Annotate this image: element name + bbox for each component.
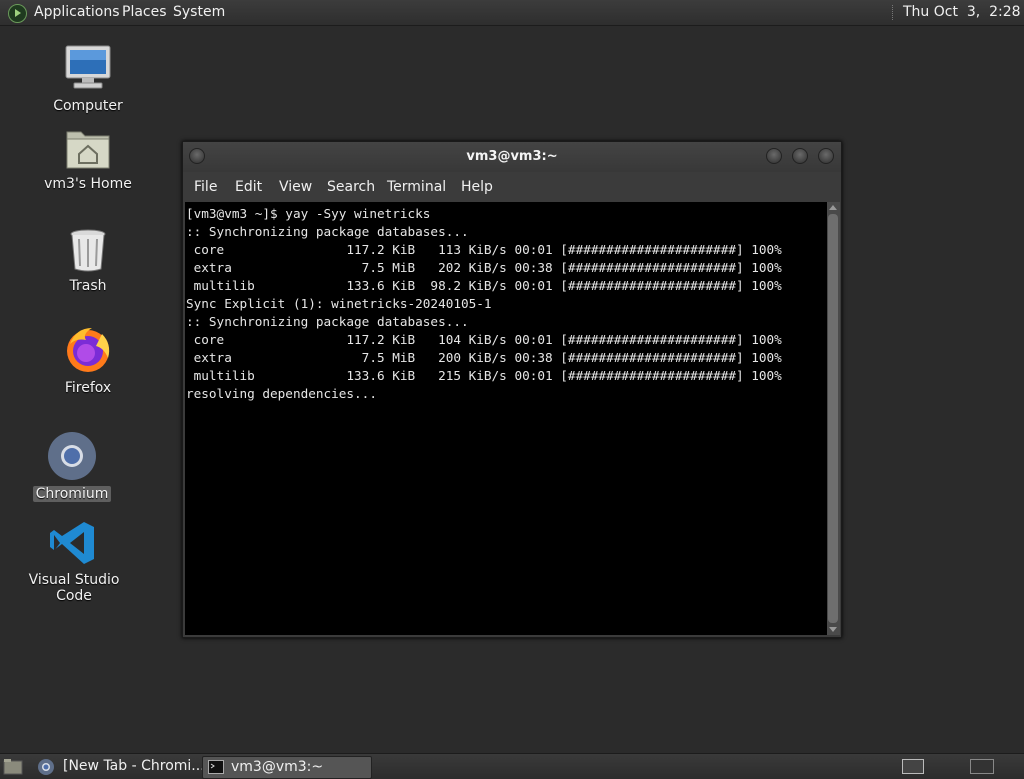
terminal-text: [vm3@vm3 ~]$ yay -Syy winetricks:: Synch… bbox=[185, 202, 827, 403]
show-desktop-icon[interactable] bbox=[3, 758, 23, 775]
clock[interactable]: Thu Oct 3, 2:28 PM bbox=[903, 0, 1024, 25]
taskbar-item-label: vm3@vm3:~ bbox=[231, 759, 324, 775]
scroll-thumb[interactable] bbox=[828, 214, 838, 623]
terminal-line: Sync Explicit (1): winetricks-20240105-1 bbox=[186, 296, 492, 311]
terminal-menubar: File Edit View Search Terminal Help bbox=[183, 172, 841, 200]
terminal-output[interactable]: [vm3@vm3 ~]$ yay -Syy winetricks:: Synch… bbox=[185, 202, 827, 635]
scroll-up-icon[interactable] bbox=[829, 205, 837, 210]
scroll-down-icon[interactable] bbox=[829, 627, 837, 632]
terminal-window[interactable]: vm3@vm3:~ File Edit View Search Terminal… bbox=[182, 141, 842, 638]
terminal-line: :: Synchronizing package databases... bbox=[186, 224, 469, 239]
applications-logo-icon[interactable] bbox=[8, 4, 27, 23]
applications-menu[interactable]: Applications bbox=[34, 0, 120, 25]
vscode-icon bbox=[50, 522, 94, 564]
desktop-icon-vscode[interactable]: Visual Studio Code bbox=[19, 518, 129, 604]
desktop-icon-chromium[interactable]: Chromium bbox=[17, 430, 127, 502]
system-menu[interactable]: System bbox=[173, 0, 225, 25]
menu-terminal[interactable]: Terminal bbox=[387, 172, 446, 202]
taskbar-item-label: [New Tab - Chromi... bbox=[63, 758, 205, 774]
menu-edit[interactable]: Edit bbox=[235, 172, 262, 202]
menu-view[interactable]: View bbox=[279, 172, 312, 202]
terminal-line: resolving dependencies... bbox=[186, 386, 377, 401]
workspace-switcher-1[interactable] bbox=[902, 759, 924, 774]
chromium-icon bbox=[48, 432, 96, 480]
close-button[interactable] bbox=[818, 148, 834, 164]
terminal-scrollbar[interactable] bbox=[827, 202, 840, 635]
minimize-button[interactable] bbox=[766, 148, 782, 164]
menu-search[interactable]: Search bbox=[327, 172, 375, 202]
chromium-icon bbox=[38, 759, 54, 775]
panel-separator bbox=[892, 5, 895, 20]
desktop-icon-computer[interactable]: Computer bbox=[33, 44, 143, 114]
desktop-icon-firefox[interactable]: Firefox bbox=[33, 324, 143, 396]
desktop-icon-label: Visual Studio Code bbox=[28, 572, 120, 604]
terminal-line: multilib 133.6 KiB 215 KiB/s 00:01 [####… bbox=[186, 368, 782, 383]
window-titlebar[interactable]: vm3@vm3:~ bbox=[183, 142, 841, 172]
terminal-icon bbox=[208, 760, 224, 774]
taskbar-item-terminal[interactable]: vm3@vm3:~ bbox=[202, 756, 372, 779]
terminal-line: multilib 133.6 KiB 98.2 KiB/s 00:01 [###… bbox=[186, 278, 782, 293]
bottom-panel: [New Tab - Chromi... vm3@vm3:~ bbox=[0, 753, 1024, 779]
desktop-icon-label: vm3's Home bbox=[44, 176, 132, 192]
trash-icon bbox=[70, 229, 106, 272]
taskbar-item-chromium[interactable]: [New Tab - Chromi... bbox=[32, 756, 205, 777]
workspace-switcher-2[interactable] bbox=[970, 759, 994, 774]
desktop-icon-label: Trash bbox=[69, 278, 107, 294]
places-menu[interactable]: Places bbox=[122, 0, 167, 25]
computer-icon bbox=[65, 45, 111, 89]
desktop-icon-label: Chromium bbox=[32, 486, 112, 502]
terminal-line: extra 7.5 MiB 200 KiB/s 00:38 [#########… bbox=[186, 350, 782, 365]
desktop-icon-label: Firefox bbox=[64, 380, 112, 396]
firefox-icon bbox=[67, 328, 110, 372]
terminal-line: :: Synchronizing package databases... bbox=[186, 314, 469, 329]
terminal-line: core 117.2 KiB 104 KiB/s 00:01 [########… bbox=[186, 332, 782, 347]
menu-help[interactable]: Help bbox=[461, 172, 493, 202]
desktop-icon-label: Computer bbox=[53, 98, 123, 114]
window-title: vm3@vm3:~ bbox=[466, 149, 558, 164]
desktop-icon-home[interactable]: vm3's Home bbox=[33, 126, 143, 192]
terminal-line: extra 7.5 MiB 202 KiB/s 00:38 [#########… bbox=[186, 260, 782, 275]
home-folder-icon bbox=[66, 131, 110, 169]
maximize-button[interactable] bbox=[792, 148, 808, 164]
menu-file[interactable]: File bbox=[194, 172, 217, 202]
desktop-icon-trash[interactable]: Trash bbox=[33, 226, 143, 294]
terminal-line: [vm3@vm3 ~]$ yay -Syy winetricks bbox=[186, 206, 431, 221]
top-panel: Applications Places System Thu Oct 3, 2:… bbox=[0, 0, 1024, 26]
terminal-line: core 117.2 KiB 113 KiB/s 00:01 [########… bbox=[186, 242, 782, 257]
